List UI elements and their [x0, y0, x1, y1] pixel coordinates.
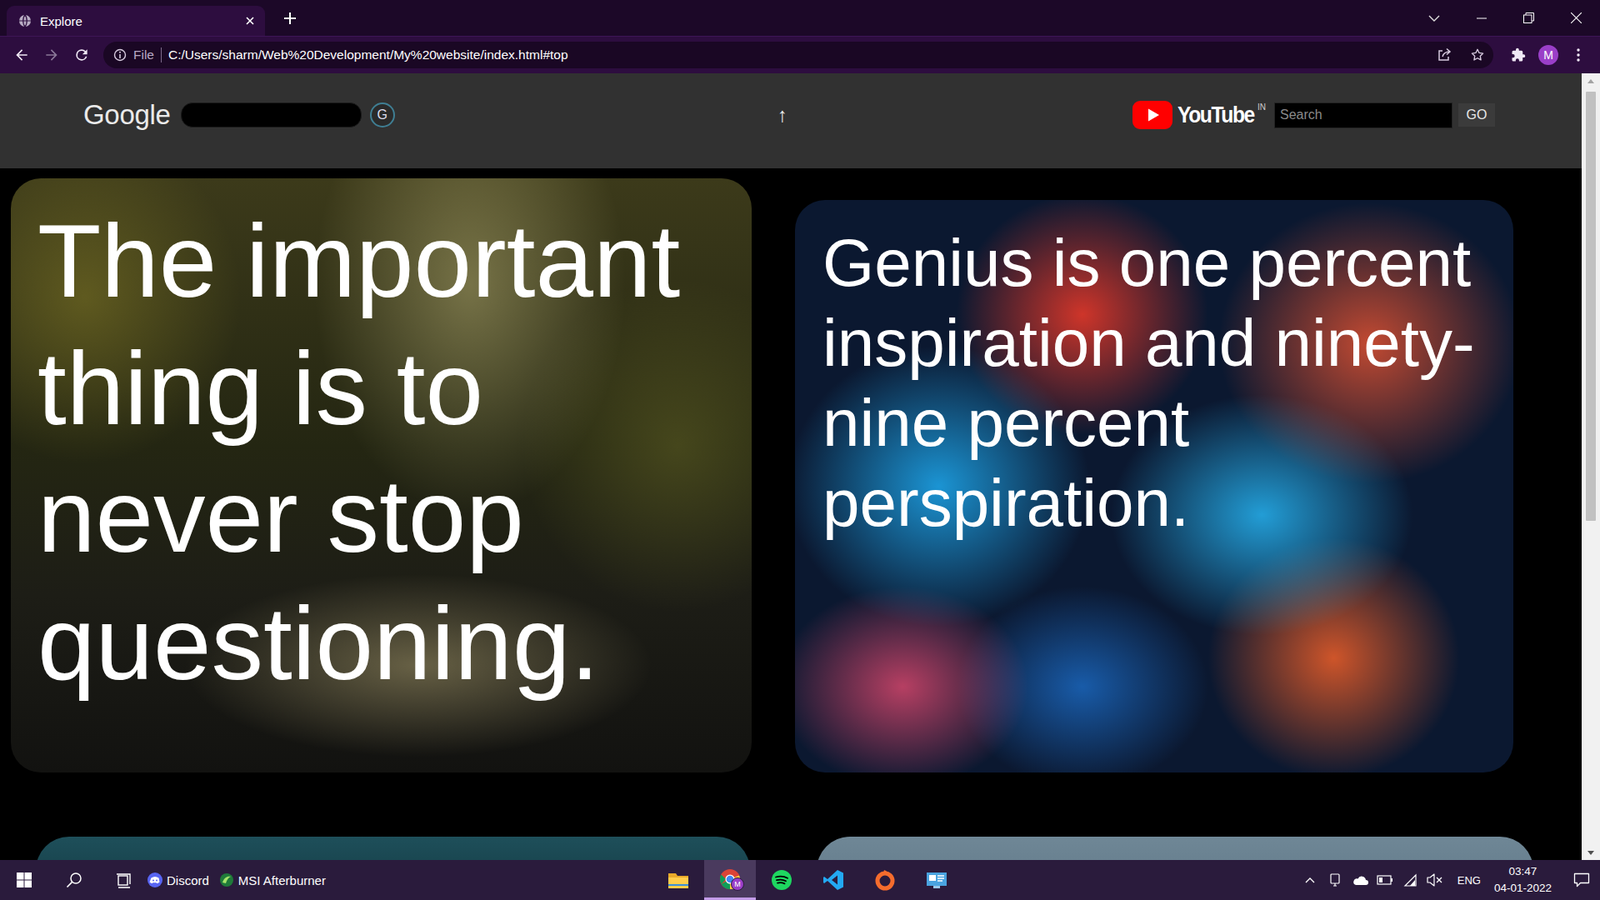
profile-initial[interactable]: M: [1538, 45, 1559, 65]
quote-card: The important thing is to never stop que…: [10, 178, 752, 773]
wifi-icon[interactable]: [1397, 860, 1423, 900]
tab-title: Explore: [40, 14, 235, 29]
scrollbar[interactable]: [1581, 73, 1600, 860]
url-scheme: File: [133, 47, 162, 63]
scrollbar-thumb[interactable]: [1585, 91, 1596, 521]
quote-grid: The important thing is to never stop que…: [0, 178, 1582, 773]
taskbar-app[interactable]: [859, 860, 911, 900]
explorer-icon: [667, 870, 690, 890]
taskbar-app[interactable]: [910, 860, 963, 900]
close-window-icon[interactable]: [1552, 0, 1600, 36]
widget-label: Discord: [166, 873, 210, 888]
address-bar[interactable]: File C:/Users/sharm/Web%20Development/My…: [103, 41, 1494, 69]
device-icon[interactable]: [1322, 860, 1348, 900]
show-hidden-icon[interactable]: [1297, 860, 1323, 900]
page-content: Google G ↑ YouTube IN GO The important t…: [0, 73, 1582, 860]
profile-avatar[interactable]: M: [1533, 40, 1564, 70]
globe-icon: [18, 14, 32, 28]
quote-text: Genius is one percent inspiration and ni…: [822, 223, 1497, 544]
scroll-top-link[interactable]: ↑: [777, 103, 788, 127]
youtube-region: IN: [1257, 102, 1266, 112]
share-icon[interactable]: [1436, 47, 1452, 63]
tab-search-icon[interactable]: [1410, 0, 1458, 36]
menu-icon[interactable]: [1563, 40, 1594, 70]
vscode-icon: [822, 869, 845, 891]
origin-icon: [874, 869, 896, 891]
clock-time: 03:47: [1509, 863, 1538, 880]
reload-icon[interactable]: [66, 40, 97, 70]
scrollbar-track[interactable]: [1581, 88, 1600, 845]
browser-toolbar: File C:/Users/sharm/Web%20Development/My…: [0, 35, 1600, 74]
clock[interactable]: 03:47 04-01-2022: [1494, 863, 1552, 897]
google-search: Google G: [0, 99, 778, 131]
scroll-down-icon[interactable]: [1587, 845, 1595, 860]
restore-icon[interactable]: [1505, 0, 1553, 36]
spotify-icon: [770, 869, 793, 891]
browser-tab[interactable]: Explore: [6, 5, 265, 36]
window-controls: [1410, 0, 1600, 36]
youtube-play-icon: [1132, 100, 1173, 130]
notification-icon[interactable]: [1563, 860, 1600, 900]
system-tray: ENG 03:47 04-01-2022: [1297, 860, 1600, 900]
web-page: Google G ↑ YouTube IN GO The important t…: [0, 73, 1600, 860]
close-icon[interactable]: [243, 14, 257, 28]
taskbar-app[interactable]: M: [704, 860, 756, 900]
youtube-label: YouTube: [1177, 100, 1255, 130]
new-tab-button[interactable]: [278, 6, 302, 30]
monitor-icon: [925, 870, 948, 890]
youtube-search-input[interactable]: [1274, 102, 1453, 129]
taskbar-app[interactable]: [755, 860, 808, 900]
widget-label: MSI Afterburner: [238, 873, 326, 888]
input-language[interactable]: ENG: [1457, 874, 1481, 887]
scroll-up-icon[interactable]: [1587, 73, 1595, 89]
speaker-icon[interactable]: [1422, 860, 1448, 900]
quote-card-partial: [816, 836, 1534, 860]
clock-date: 04-01-2022: [1494, 880, 1552, 897]
taskbar-widget[interactable]: MSI Afterburner: [219, 872, 326, 888]
info-icon[interactable]: [113, 48, 127, 62]
youtube-search: YouTube IN GO: [804, 100, 1582, 130]
profile-badge: M: [730, 877, 745, 891]
taskbar-app[interactable]: [807, 860, 860, 900]
google-search-input[interactable]: [180, 102, 362, 128]
google-label: Google: [83, 99, 171, 131]
quote-card: Genius is one percent inspiration and ni…: [795, 200, 1514, 773]
discord-icon: [147, 872, 163, 888]
windows-start-icon[interactable]: [4, 860, 45, 900]
extensions-icon[interactable]: [1503, 40, 1534, 70]
taskbar-widgets: Discord MSI Afterburner: [140, 872, 326, 888]
quote-card-partial: [35, 836, 750, 860]
taskbar: Discord MSI Afterburner M ENG 03:47 04-01…: [0, 860, 1600, 900]
quote-text: The important thing is to never stop que…: [37, 196, 735, 707]
onedrive-icon[interactable]: [1347, 860, 1373, 900]
youtube-go-button[interactable]: GO: [1458, 103, 1495, 127]
search-icon[interactable]: [54, 860, 95, 900]
taskbar-app[interactable]: [652, 860, 705, 900]
taskbar-apps: M: [652, 860, 963, 900]
battery-icon[interactable]: [1372, 860, 1398, 900]
google-search-button[interactable]: G: [370, 102, 395, 128]
quote-grid-next-row: [0, 836, 1582, 860]
forward-icon: [36, 40, 67, 70]
page-header: Google G ↑ YouTube IN GO: [0, 73, 1582, 169]
back-icon[interactable]: [6, 40, 37, 70]
taskbar-widget[interactable]: Discord: [147, 872, 210, 888]
url-text[interactable]: C:/Users/sharm/Web%20Development/My%20we…: [168, 47, 1430, 63]
task-view-icon[interactable]: [104, 860, 145, 900]
star-icon[interactable]: [1470, 47, 1485, 63]
tab-strip: Explore: [0, 0, 1600, 36]
msi-icon: [219, 872, 235, 888]
youtube-logo[interactable]: YouTube IN: [1132, 100, 1266, 130]
minimize-icon[interactable]: [1457, 0, 1505, 36]
